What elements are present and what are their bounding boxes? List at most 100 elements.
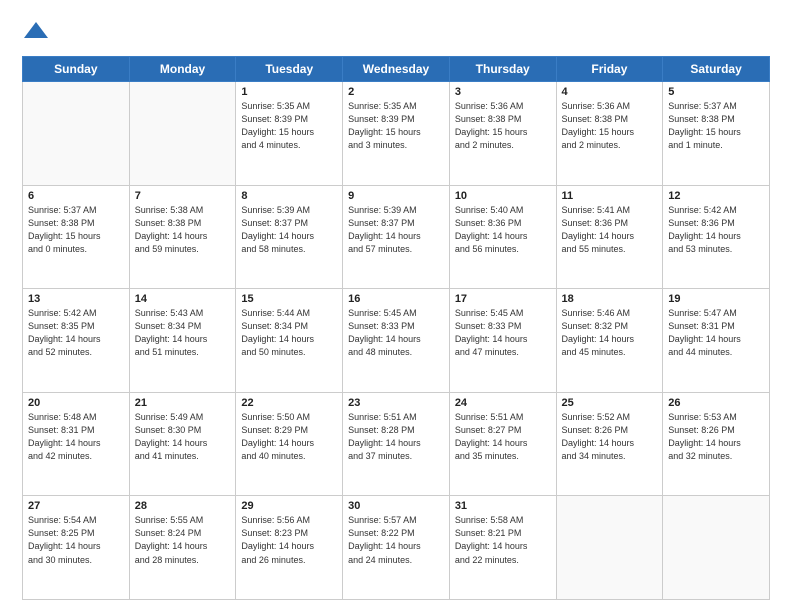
day-number: 12 (668, 190, 764, 202)
day-cell: 3 Sunrise: 5:36 AM Sunset: 8:38 PM Daylig… (449, 82, 556, 186)
day-cell: 7 Sunrise: 5:38 AM Sunset: 8:38 PM Daylig… (129, 185, 236, 289)
day-number: 5 (668, 86, 764, 98)
day-info: Sunrise: 5:36 AM Sunset: 8:38 PM Dayligh… (455, 100, 551, 152)
day-header-wednesday: Wednesday (343, 57, 450, 82)
day-info: Sunrise: 5:35 AM Sunset: 8:39 PM Dayligh… (348, 100, 444, 152)
day-cell: 29 Sunrise: 5:56 AM Sunset: 8:23 PM Dayli… (236, 496, 343, 600)
day-cell: 31 Sunrise: 5:58 AM Sunset: 8:21 PM Dayli… (449, 496, 556, 600)
day-info: Sunrise: 5:35 AM Sunset: 8:39 PM Dayligh… (241, 100, 337, 152)
day-cell: 18 Sunrise: 5:46 AM Sunset: 8:32 PM Dayli… (556, 289, 663, 393)
day-cell: 28 Sunrise: 5:55 AM Sunset: 8:24 PM Dayli… (129, 496, 236, 600)
day-number: 31 (455, 500, 551, 512)
week-row-5: 27 Sunrise: 5:54 AM Sunset: 8:25 PM Dayli… (23, 496, 770, 600)
day-info: Sunrise: 5:55 AM Sunset: 8:24 PM Dayligh… (135, 514, 231, 566)
day-number: 6 (28, 190, 124, 202)
day-number: 16 (348, 293, 444, 305)
day-cell: 23 Sunrise: 5:51 AM Sunset: 8:28 PM Dayli… (343, 392, 450, 496)
day-info: Sunrise: 5:56 AM Sunset: 8:23 PM Dayligh… (241, 514, 337, 566)
day-number: 22 (241, 397, 337, 409)
day-number: 13 (28, 293, 124, 305)
day-cell: 20 Sunrise: 5:48 AM Sunset: 8:31 PM Dayli… (23, 392, 130, 496)
day-cell: 4 Sunrise: 5:36 AM Sunset: 8:38 PM Daylig… (556, 82, 663, 186)
day-cell: 8 Sunrise: 5:39 AM Sunset: 8:37 PM Daylig… (236, 185, 343, 289)
day-info: Sunrise: 5:58 AM Sunset: 8:21 PM Dayligh… (455, 514, 551, 566)
day-cell: 26 Sunrise: 5:53 AM Sunset: 8:26 PM Dayli… (663, 392, 770, 496)
day-cell: 17 Sunrise: 5:45 AM Sunset: 8:33 PM Dayli… (449, 289, 556, 393)
day-cell: 10 Sunrise: 5:40 AM Sunset: 8:36 PM Dayli… (449, 185, 556, 289)
day-info: Sunrise: 5:54 AM Sunset: 8:25 PM Dayligh… (28, 514, 124, 566)
day-info: Sunrise: 5:42 AM Sunset: 8:35 PM Dayligh… (28, 307, 124, 359)
day-info: Sunrise: 5:41 AM Sunset: 8:36 PM Dayligh… (562, 204, 658, 256)
day-number: 3 (455, 86, 551, 98)
logo-icon (22, 18, 50, 46)
day-info: Sunrise: 5:53 AM Sunset: 8:26 PM Dayligh… (668, 411, 764, 463)
day-cell: 25 Sunrise: 5:52 AM Sunset: 8:26 PM Dayli… (556, 392, 663, 496)
day-cell: 9Sunrise: 5:39 AM Sunset: 8:37 PM Daylig… (343, 185, 450, 289)
day-info: Sunrise: 5:37 AM Sunset: 8:38 PM Dayligh… (668, 100, 764, 152)
day-info: Sunrise: 5:48 AM Sunset: 8:31 PM Dayligh… (28, 411, 124, 463)
day-cell: 19 Sunrise: 5:47 AM Sunset: 8:31 PM Dayli… (663, 289, 770, 393)
day-cell (23, 82, 130, 186)
day-cell: 24Sunrise: 5:51 AM Sunset: 8:27 PM Dayli… (449, 392, 556, 496)
day-info: Sunrise: 5:39 AM Sunset: 8:37 PM Dayligh… (241, 204, 337, 256)
day-number: 30 (348, 500, 444, 512)
week-row-3: 13 Sunrise: 5:42 AM Sunset: 8:35 PM Dayli… (23, 289, 770, 393)
day-number: 20 (28, 397, 124, 409)
day-number: 10 (455, 190, 551, 202)
day-info: Sunrise: 5:38 AM Sunset: 8:38 PM Dayligh… (135, 204, 231, 256)
day-number: 24 (455, 397, 551, 409)
day-cell: 11Sunrise: 5:41 AM Sunset: 8:36 PM Dayli… (556, 185, 663, 289)
day-info: Sunrise: 5:52 AM Sunset: 8:26 PM Dayligh… (562, 411, 658, 463)
day-info: Sunrise: 5:44 AM Sunset: 8:34 PM Dayligh… (241, 307, 337, 359)
day-header-thursday: Thursday (449, 57, 556, 82)
day-number: 23 (348, 397, 444, 409)
day-info: Sunrise: 5:36 AM Sunset: 8:38 PM Dayligh… (562, 100, 658, 152)
header-row: SundayMondayTuesdayWednesdayThursdayFrid… (23, 57, 770, 82)
day-cell (663, 496, 770, 600)
day-header-sunday: Sunday (23, 57, 130, 82)
day-number: 26 (668, 397, 764, 409)
day-info: Sunrise: 5:47 AM Sunset: 8:31 PM Dayligh… (668, 307, 764, 359)
day-header-tuesday: Tuesday (236, 57, 343, 82)
day-info: Sunrise: 5:37 AM Sunset: 8:38 PM Dayligh… (28, 204, 124, 256)
page: SundayMondayTuesdayWednesdayThursdayFrid… (0, 0, 792, 612)
day-number: 27 (28, 500, 124, 512)
day-number: 1 (241, 86, 337, 98)
day-info: Sunrise: 5:45 AM Sunset: 8:33 PM Dayligh… (455, 307, 551, 359)
day-cell: 13 Sunrise: 5:42 AM Sunset: 8:35 PM Dayli… (23, 289, 130, 393)
day-info: Sunrise: 5:39 AM Sunset: 8:37 PM Dayligh… (348, 204, 444, 256)
day-cell: 30 Sunrise: 5:57 AM Sunset: 8:22 PM Dayli… (343, 496, 450, 600)
day-info: Sunrise: 5:45 AM Sunset: 8:33 PM Dayligh… (348, 307, 444, 359)
day-number: 28 (135, 500, 231, 512)
day-number: 29 (241, 500, 337, 512)
day-number: 18 (562, 293, 658, 305)
day-cell: 6 Sunrise: 5:37 AM Sunset: 8:38 PM Daylig… (23, 185, 130, 289)
day-info: Sunrise: 5:46 AM Sunset: 8:32 PM Dayligh… (562, 307, 658, 359)
day-cell: 21Sunrise: 5:49 AM Sunset: 8:30 PM Dayli… (129, 392, 236, 496)
day-info: Sunrise: 5:51 AM Sunset: 8:28 PM Dayligh… (348, 411, 444, 463)
week-row-1: 1 Sunrise: 5:35 AM Sunset: 8:39 PM Daylig… (23, 82, 770, 186)
logo (22, 18, 54, 46)
day-cell: 27 Sunrise: 5:54 AM Sunset: 8:25 PM Dayli… (23, 496, 130, 600)
day-number: 4 (562, 86, 658, 98)
day-info: Sunrise: 5:40 AM Sunset: 8:36 PM Dayligh… (455, 204, 551, 256)
day-info: Sunrise: 5:43 AM Sunset: 8:34 PM Dayligh… (135, 307, 231, 359)
day-cell: 15 Sunrise: 5:44 AM Sunset: 8:34 PM Dayli… (236, 289, 343, 393)
day-header-saturday: Saturday (663, 57, 770, 82)
day-cell: 5 Sunrise: 5:37 AM Sunset: 8:38 PM Daylig… (663, 82, 770, 186)
day-info: Sunrise: 5:50 AM Sunset: 8:29 PM Dayligh… (241, 411, 337, 463)
day-number: 19 (668, 293, 764, 305)
day-info: Sunrise: 5:42 AM Sunset: 8:36 PM Dayligh… (668, 204, 764, 256)
day-info: Sunrise: 5:57 AM Sunset: 8:22 PM Dayligh… (348, 514, 444, 566)
day-number: 8 (241, 190, 337, 202)
day-number: 17 (455, 293, 551, 305)
day-info: Sunrise: 5:49 AM Sunset: 8:30 PM Dayligh… (135, 411, 231, 463)
calendar-table: SundayMondayTuesdayWednesdayThursdayFrid… (22, 56, 770, 600)
day-number: 15 (241, 293, 337, 305)
day-number: 7 (135, 190, 231, 202)
day-cell: 12 Sunrise: 5:42 AM Sunset: 8:36 PM Dayli… (663, 185, 770, 289)
day-cell (129, 82, 236, 186)
day-number: 25 (562, 397, 658, 409)
day-cell: 16 Sunrise: 5:45 AM Sunset: 8:33 PM Dayli… (343, 289, 450, 393)
day-cell: 22 Sunrise: 5:50 AM Sunset: 8:29 PM Dayli… (236, 392, 343, 496)
